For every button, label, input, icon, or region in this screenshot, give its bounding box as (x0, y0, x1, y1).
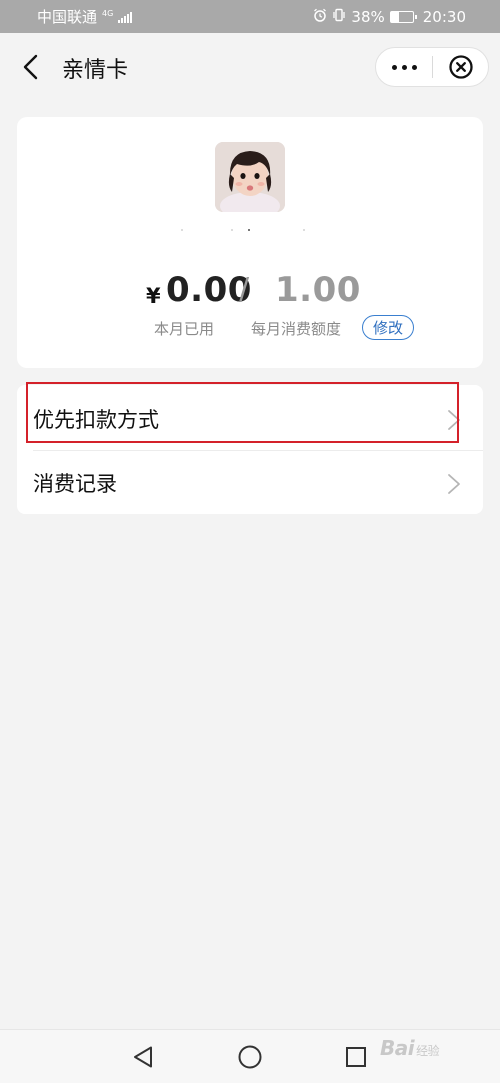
system-back-button[interactable] (130, 1044, 156, 1070)
monthly-limit-amount: 1.00 (275, 270, 361, 310)
alarm-icon (313, 8, 327, 26)
options-list: 优先扣款方式 消费记录 (17, 385, 483, 514)
page-title: 亲情卡 (62, 58, 129, 83)
mini-program-capsule (375, 47, 489, 87)
close-circle-icon (448, 55, 473, 79)
list-item-consumption-records[interactable]: 消费记录 (17, 451, 483, 515)
avatar[interactable] (215, 142, 285, 212)
carrier-name: 中国联通 (37, 8, 98, 26)
watermark-suffix: 经验 (416, 1044, 440, 1058)
nickname-placeholder (177, 229, 327, 233)
system-recent-apps-button[interactable] (343, 1044, 369, 1070)
family-card-summary: ¥ 0.00 / 1.00 本月已用 每月消费额度 修改 (17, 117, 483, 368)
chevron-right-icon (448, 474, 460, 494)
clock: 20:30 (422, 7, 466, 26)
circle-home-icon (238, 1045, 262, 1069)
vibrate-icon (332, 8, 346, 26)
watermark: Bai 经验 (380, 1036, 440, 1060)
battery-icon (389, 10, 417, 23)
edit-limit-button[interactable]: 修改 (362, 315, 414, 340)
chevron-left-icon (23, 54, 38, 80)
watermark-text: Bai (380, 1036, 415, 1060)
used-label: 本月已用 (154, 320, 215, 338)
nav-bar: 亲情卡 (0, 33, 500, 101)
back-button[interactable] (14, 50, 48, 84)
amount-row: ¥ 0.00 / 1.00 (17, 270, 483, 310)
close-button[interactable] (433, 48, 488, 86)
status-right: 38% 20:30 (313, 8, 466, 26)
square-recent-icon (346, 1047, 366, 1067)
list-item-label: 优先扣款方式 (33, 408, 159, 432)
network-type: 4G (102, 8, 114, 18)
triangle-back-icon (134, 1046, 152, 1068)
status-left: 中国联通 4G (37, 6, 133, 27)
status-bar: 中国联通 4G 38% 20:30 (0, 0, 500, 33)
more-button[interactable] (376, 48, 432, 86)
signal-icon (118, 11, 133, 23)
list-item-payment-priority[interactable]: 优先扣款方式 (17, 387, 483, 451)
currency-symbol: ¥ (146, 284, 161, 308)
chevron-right-icon (448, 410, 460, 430)
phone-screen: 中国联通 4G 38% 20:30 亲情卡 ¥ 0.00 / 1.00 本月已用… (0, 0, 500, 1083)
list-item-label: 消费记录 (33, 472, 117, 496)
battery-percent: 38% (351, 7, 385, 26)
limit-label: 每月消费额度 (251, 320, 342, 338)
more-dots-icon (391, 64, 417, 70)
amount-separator: / (239, 272, 250, 307)
battery-level (390, 11, 400, 22)
system-home-button[interactable] (237, 1044, 263, 1070)
